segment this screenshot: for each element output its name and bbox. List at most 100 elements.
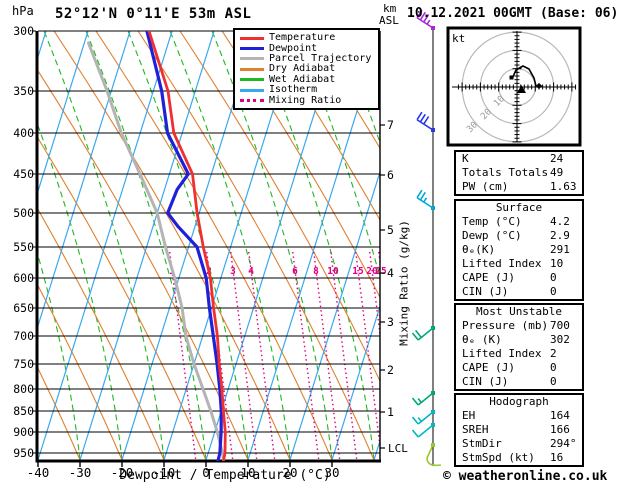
pressure-tick-label: 450 [13,167,34,181]
mixing-ratio-value-label: 3 [230,266,236,277]
pressure-tick-label: 800 [13,382,34,396]
table-row-value: 166 [550,423,570,436]
table-row: Temp (°C) 4.2 [456,215,582,229]
pressure-tick-label: 950 [13,446,34,460]
table-row-label: Temp (°C) [462,215,522,228]
table-row: Totals Totals 49 [456,166,582,180]
table-row-value: 16 [550,451,564,464]
altitude-tick-label: 5 [387,223,394,237]
table-row-value: 10 [550,257,564,270]
table-row-label: Pressure (mb) [462,319,549,332]
table-row: StmSpd (kt) 16 [456,451,582,465]
legend-swatch-parcel-trajectory [240,57,264,61]
altitude-datum-label: ASL [379,14,399,27]
legend-label: Temperature [269,32,336,44]
legend-swatch-temperature [240,36,264,40]
legend-swatch-dewpoint [240,47,264,51]
x-axis-title: Dewpoint / Temperature (°C) [119,468,331,483]
table-row-label: θₑ(K) [462,243,496,256]
legend-item: Mixing Ratio [240,95,376,105]
altitude-tick-label: 6 [387,168,394,182]
skewt-screen: 1 2 3 4 6 8 10 15 20 25 300 350 400 450 500 550 600 650 70… [0,0,629,486]
table-row: CIN (J) 0 [456,285,582,299]
mixing-ratio-value-label: 25 [375,266,387,277]
table-row-label: Lifted Index [462,257,542,270]
pressure-tick-label: 850 [13,404,34,418]
table-row-label: CIN (J) [462,375,509,388]
pressure-tick-label: 650 [13,301,34,315]
table-section-title: Surface [495,201,543,214]
table-row-label: EH [462,409,476,422]
table-row-value: 4.2 [550,215,570,228]
table-row-value: 49 [550,166,564,179]
table-row-value: 0 [550,271,557,284]
pressure-tick-label: 500 [13,206,34,220]
table-row-label: PW (cm) [462,180,509,193]
altitude-tick-label: 3 [387,315,394,329]
table-row-value: 0 [550,285,557,298]
table-row-value: 2 [550,347,557,360]
table-row-label: StmDir [462,437,502,450]
table-row-label: θₑ (K) [462,333,502,346]
pressure-tick-label: 700 [13,329,34,343]
pressure-tick-label: 350 [13,84,34,98]
table-section-most-unstable: Most Unstable Pressure (mb) 700 θₑ (K) 302 Li… [454,303,584,391]
table-row-label: Dewp (°C) [462,229,522,242]
table-row: Lifted Index 2 [456,347,582,361]
pressure-tick-label: 400 [13,126,34,140]
table-row-value: 0 [550,361,557,374]
table-row-value: 291 [550,243,570,256]
table-section-surface: Surface Temp (°C) 4.2 Dewp (°C) 2.9 θₑ(K) 291 L… [454,199,584,301]
pressure-unit-label: hPa [12,4,34,18]
mixing-ratio-value-label: 6 [292,266,298,277]
altitude-tick-label: 4 [387,266,394,280]
table-row: Dewp (°C) 2.9 [456,229,582,243]
table-row-value: 294° [550,437,577,450]
datetime-label: 10.12.2021 00GMT (Base: 06) [407,6,619,21]
table-row: EH 164 [456,409,582,423]
table-row-label: SREH [462,423,489,436]
table-row-label: Totals Totals [462,166,549,179]
table-section-indices: K 24 Totals Totals 49 PW (cm) 1.63 [454,150,584,196]
mixing-ratio-value-label: 15 [352,266,364,277]
legend: Temperature Dewpoint Parcel Trajectory Dry … [233,28,380,110]
legend-swatch-wet-adiabat [240,78,264,82]
table-section-title: Most Unstable [475,305,563,318]
mixing-ratio-value-label: 4 [248,266,254,277]
table-row-value: 0 [550,375,557,388]
table-row: CIN (J) 0 [456,375,582,389]
page-title: 52°12'N 0°11'E 53m ASL [55,6,252,22]
table-row-label: CAPE (J) [462,271,515,284]
temp-tick-label: -30 [69,465,92,480]
table-row-label: CAPE (J) [462,361,515,374]
temp-tick-label: -40 [27,465,50,480]
table-row: CAPE (J) 0 [456,271,582,285]
mixing-ratio-axis-title: Mixing Ratio (g/kg) [397,220,411,346]
table-row-label: CIN (J) [462,285,509,298]
table-row-value: 302 [550,333,570,346]
table-row-value: 164 [550,409,570,422]
table-row: PW (cm) 1.63 [456,180,582,194]
legend-label: Dry Adiabat [269,63,336,75]
mixing-ratio-value-label: 8 [313,266,319,277]
pressure-tick-label: 300 [13,24,34,38]
legend-swatch-mixing-ratio [240,99,264,103]
copyright-label: © weatheronline.co.uk [443,469,608,484]
table-row-value: 24 [550,152,564,165]
table-section-title: Hodograph [489,395,549,408]
pressure-tick-label: 750 [13,357,34,371]
pressure-tick-label: 600 [13,271,34,285]
table-row-label: Lifted Index [462,347,542,360]
hodograph-unit-label: kt [452,32,465,45]
legend-swatch-isotherm [240,88,264,92]
table-row: K 24 [456,152,582,166]
altitude-tick-label: 7 [387,118,394,132]
table-row-value: 700 [550,319,570,332]
legend-swatch-dry-adiabat [240,67,264,71]
lcl-label: LCL [388,442,408,455]
altitude-tick-label: 1 [387,405,394,419]
table-row-label: StmSpd (kt) [462,451,535,464]
legend-item: Dry Adiabat [240,64,376,74]
hodograph: kt102030 [446,26,582,147]
altitude-tick-label: 2 [387,363,394,377]
